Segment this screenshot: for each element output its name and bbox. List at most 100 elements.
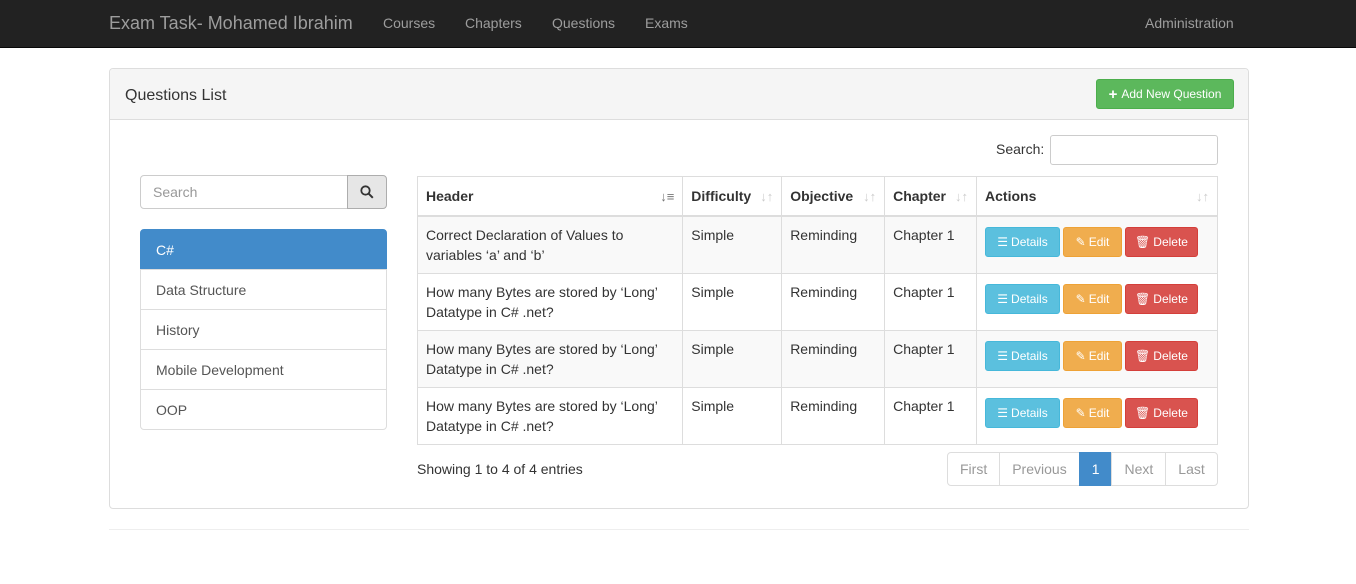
page-1[interactable]: 1 <box>1078 452 1113 486</box>
edit-icon: ✎ <box>1075 291 1086 306</box>
edit-button[interactable]: ✎ Edit <box>1063 397 1123 428</box>
add-new-question-label: Add New Question <box>1121 87 1222 101</box>
cell-actions: ☰ Details ✎ Edit 🗑 Delete <box>976 215 1218 274</box>
delete-button[interactable]: 🗑 Delete <box>1125 226 1199 257</box>
table-search-input[interactable] <box>1050 135 1218 165</box>
cell-difficulty: Simple <box>682 215 783 274</box>
cell-header: How many Bytes are stored by ‘Long’ Data… <box>416 386 684 445</box>
pagination: First Previous 1 Next Last <box>947 452 1218 486</box>
delete-label: Delete <box>1153 405 1188 420</box>
divider <box>109 529 1249 530</box>
panel-heading: Questions List + Add New Question <box>110 69 1248 120</box>
column-header-objective[interactable]: Objective ↓↑ <box>781 176 886 217</box>
cell-actions: ☰ Details ✎ Edit 🗑 Delete <box>976 386 1218 445</box>
category-item-mobile-development[interactable]: Mobile Development <box>140 349 387 390</box>
search-icon <box>360 185 374 199</box>
sort-icon: ↓↑ <box>760 189 774 204</box>
cell-header: Correct Declaration of Values to variabl… <box>416 215 684 274</box>
cell-chapter: Chapter 1 <box>884 215 978 274</box>
delete-label: Delete <box>1153 291 1188 306</box>
sort-icon: ↓↑ <box>955 189 969 204</box>
edit-label: Edit <box>1088 291 1110 306</box>
column-chapter-label: Chapter <box>893 187 947 204</box>
page-last[interactable]: Last <box>1165 452 1218 486</box>
column-actions-label: Actions <box>985 187 1037 204</box>
questions-table: Header ↓≡ Difficulty ↓↑ Objective ↓↑ Cha… <box>416 176 1218 445</box>
category-search-input[interactable] <box>140 175 348 209</box>
category-item-csharp[interactable]: C# <box>140 229 387 270</box>
delete-button[interactable]: 🗑 Delete <box>1125 397 1199 428</box>
trash-icon: 🗑 <box>1135 291 1151 306</box>
nav-questions[interactable]: Questions <box>552 15 615 31</box>
list-icon: ☰ <box>997 405 1009 420</box>
column-header-difficulty[interactable]: Difficulty ↓↑ <box>682 176 783 217</box>
sort-icon: ↓↑ <box>863 189 877 204</box>
add-new-question-button[interactable]: + Add New Question <box>1096 79 1234 109</box>
sort-ascending-icon: ↓≡ <box>660 189 675 204</box>
plus-icon: + <box>1108 85 1118 103</box>
table-row: Correct Declaration of Values to variabl… <box>416 215 1218 274</box>
details-label: Details <box>1011 348 1048 363</box>
cell-objective: Reminding <box>781 386 886 445</box>
brand-link[interactable]: Exam Task- Mohamed Ibrahim <box>109 13 353 34</box>
details-label: Details <box>1011 234 1048 249</box>
delete-button[interactable]: 🗑 Delete <box>1125 283 1199 314</box>
table-row: How many Bytes are stored by ‘Long’ Data… <box>416 272 1218 331</box>
nav-exams[interactable]: Exams <box>645 15 688 31</box>
edit-label: Edit <box>1088 348 1110 363</box>
edit-button[interactable]: ✎ Edit <box>1063 283 1123 314</box>
list-icon: ☰ <box>997 234 1009 249</box>
cell-objective: Reminding <box>781 215 886 274</box>
edit-icon: ✎ <box>1075 405 1086 420</box>
table-row: How many Bytes are stored by ‘Long’ Data… <box>416 329 1218 388</box>
category-item-history[interactable]: History <box>140 309 387 350</box>
nav-administration[interactable]: Administration <box>1145 15 1234 31</box>
page-first[interactable]: First <box>947 452 1001 486</box>
edit-button[interactable]: ✎ Edit <box>1063 226 1123 257</box>
category-item-oop[interactable]: OOP <box>140 389 387 430</box>
cell-objective: Reminding <box>781 329 886 388</box>
delete-button[interactable]: 🗑 Delete <box>1125 340 1199 371</box>
details-label: Details <box>1011 405 1048 420</box>
cell-difficulty: Simple <box>682 386 783 445</box>
cell-actions: ☰ Details ✎ Edit 🗑 Delete <box>976 272 1218 331</box>
column-difficulty-label: Difficulty <box>691 187 752 204</box>
list-icon: ☰ <box>997 348 1009 363</box>
column-header-header[interactable]: Header ↓≡ <box>416 176 684 217</box>
details-button[interactable]: ☰ Details <box>985 283 1061 314</box>
nav-courses[interactable]: Courses <box>383 15 435 31</box>
table-row: How many Bytes are stored by ‘Long’ Data… <box>416 386 1218 445</box>
cell-chapter: Chapter 1 <box>884 329 978 388</box>
category-item-data-structure[interactable]: Data Structure <box>140 269 387 310</box>
column-header-chapter[interactable]: Chapter ↓↑ <box>884 176 978 217</box>
category-search <box>140 175 387 209</box>
column-header-actions[interactable]: Actions ↓↑ <box>976 176 1218 217</box>
trash-icon: 🗑 <box>1135 405 1151 420</box>
edit-icon: ✎ <box>1075 348 1086 363</box>
cell-objective: Reminding <box>781 272 886 331</box>
column-header-label: Header <box>426 187 474 204</box>
delete-label: Delete <box>1153 348 1188 363</box>
cell-chapter: Chapter 1 <box>884 272 978 331</box>
panel-title: Questions List <box>125 87 227 104</box>
details-button[interactable]: ☰ Details <box>985 226 1061 257</box>
cell-difficulty: Simple <box>682 272 783 331</box>
table-search-label: Search: <box>996 141 1045 157</box>
details-button[interactable]: ☰ Details <box>985 397 1061 428</box>
trash-icon: 🗑 <box>1135 348 1151 363</box>
edit-label: Edit <box>1088 234 1110 249</box>
page-next[interactable]: Next <box>1111 452 1167 486</box>
page-previous[interactable]: Previous <box>999 452 1080 486</box>
list-icon: ☰ <box>997 291 1009 306</box>
details-button[interactable]: ☰ Details <box>985 340 1061 371</box>
category-list: C# Data Structure History Mobile Develop… <box>140 229 387 430</box>
nav-chapters[interactable]: Chapters <box>465 15 522 31</box>
cell-header: How many Bytes are stored by ‘Long’ Data… <box>416 329 684 388</box>
edit-button[interactable]: ✎ Edit <box>1063 340 1123 371</box>
delete-label: Delete <box>1153 234 1188 249</box>
cell-chapter: Chapter 1 <box>884 386 978 445</box>
cell-actions: ☰ Details ✎ Edit 🗑 Delete <box>976 329 1218 388</box>
sort-icon: ↓↑ <box>1196 189 1209 204</box>
cell-header: How many Bytes are stored by ‘Long’ Data… <box>416 272 684 331</box>
category-search-button[interactable] <box>347 175 387 209</box>
